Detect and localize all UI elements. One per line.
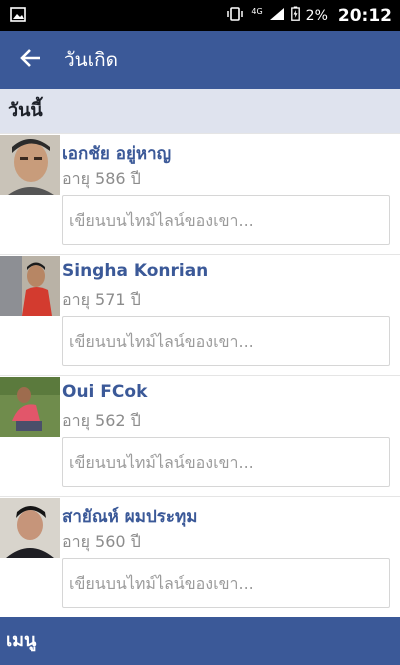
person-name[interactable]: สายัณห์ ผมประทุม [62,503,197,530]
person-name[interactable]: Oui FCok [62,382,147,402]
avatar[interactable] [0,377,60,437]
status-bar: 4G 2% 20:12 [0,0,400,31]
timeline-post-input[interactable] [62,558,390,608]
person-name[interactable]: เอกชัย อยู่หาญ [62,140,171,167]
signal-icon [269,7,285,25]
vibrate-icon [225,6,245,25]
person-age: อายุ 571 ปี [62,290,141,309]
person-age: อายุ 562 ปี [62,411,141,430]
timeline-post-input[interactable] [62,195,390,245]
birthday-list-item: สายัณห์ ผมประทุม อายุ 560 ปี [0,496,400,617]
image-notification-icon [10,7,26,26]
person-age: อายุ 586 ปี [62,169,141,188]
person-age: อายุ 560 ปี [62,532,141,551]
arrow-left-icon [19,48,41,72]
birthday-list-item: เอกชัย อยู่หาญ อายุ 586 ปี [0,133,400,254]
section-label: วันนี้ [8,100,43,121]
battery-percentage: 2% [305,7,328,24]
avatar[interactable] [0,135,60,195]
battery-charging-icon [290,6,300,25]
timeline-post-input[interactable] [62,316,390,366]
page-title: วันเกิด [64,49,118,71]
back-button[interactable] [8,39,52,81]
avatar[interactable] [0,498,60,558]
menu-label: เมนู [6,630,37,651]
birthday-list-item: Singha Konrian อายุ 571 ปี [0,254,400,375]
birthday-list-item: Oui FCok อายุ 562 ปี [0,375,400,496]
person-name[interactable]: Singha Konrian [62,261,208,281]
timeline-post-input[interactable] [62,437,390,487]
menu-bar[interactable]: เมนู [0,617,400,665]
network-type: 4G [251,7,263,16]
clock: 20:12 [337,5,392,26]
app-bar: วันเกิด [0,31,400,89]
section-header-today: วันนี้ [0,89,400,133]
avatar[interactable] [0,256,60,316]
